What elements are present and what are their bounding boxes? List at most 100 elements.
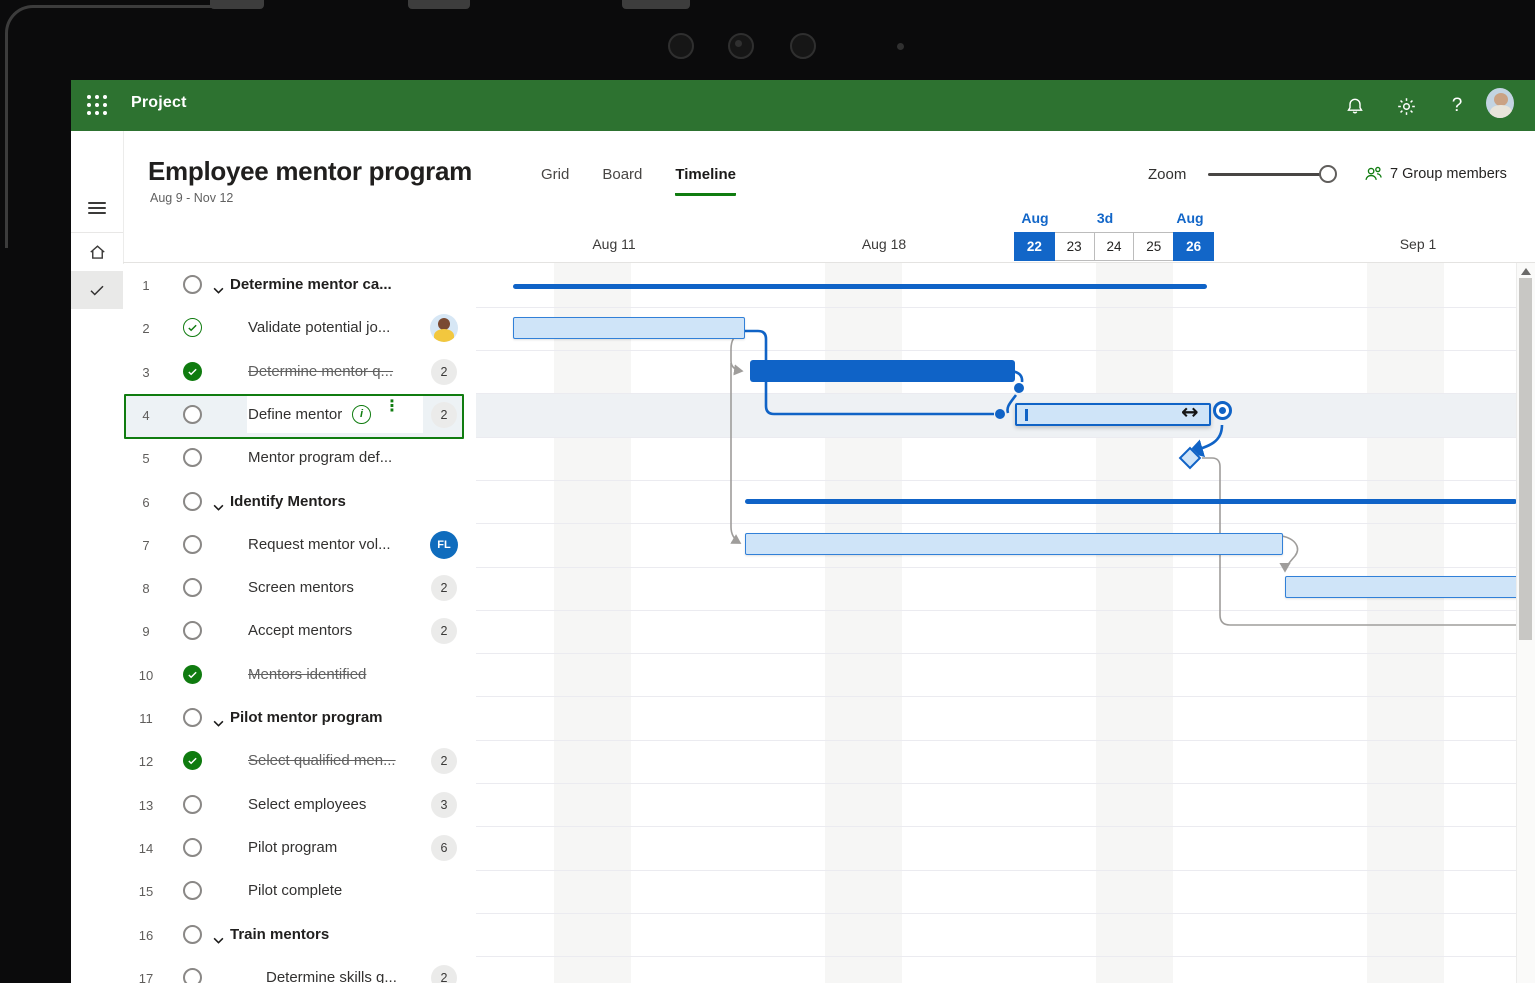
task-row[interactable]: 5 Mentor program def... <box>123 437 476 480</box>
tab-timeline[interactable]: Timeline <box>675 166 736 196</box>
task-row[interactable]: 9 Accept mentors 2 <box>123 610 476 653</box>
task-name[interactable]: Select qualified men... <box>248 752 396 769</box>
assignment-count-badge[interactable]: 3 <box>431 791 457 818</box>
task-name[interactable]: Pilot program <box>248 839 337 856</box>
task-open-circle[interactable] <box>183 621 202 641</box>
chevron-down-icon[interactable] <box>213 281 224 299</box>
zoom-slider-track[interactable] <box>1208 173 1330 176</box>
group-members-button[interactable]: 7 Group members <box>1364 165 1507 182</box>
task-open-circle[interactable] <box>183 448 202 468</box>
more-options-icon[interactable]: ⋮ <box>384 398 400 414</box>
task-name[interactable]: Validate potential jo... <box>248 319 390 336</box>
assignment-count-badge[interactable]: 2 <box>431 748 457 775</box>
day-cell-22[interactable]: 22 <box>1014 232 1055 261</box>
task-open-circle[interactable] <box>183 881 202 901</box>
task-row[interactable]: 8 Screen mentors 2 <box>123 567 476 610</box>
task-open-circle[interactable] <box>183 837 202 857</box>
task-row[interactable]: 11 Pilot mentor program <box>123 697 476 740</box>
assignment-count-badge[interactable]: 2 <box>431 358 457 385</box>
task-row[interactable]: 13 Select employees 3 <box>123 784 476 827</box>
task-row[interactable]: 10 Mentors identified <box>123 654 476 697</box>
day-cell-26[interactable]: 26 <box>1173 232 1214 261</box>
task-open-circle[interactable] <box>183 275 202 294</box>
day-cell-24[interactable]: 24 <box>1093 232 1135 261</box>
task-row[interactable]: 2 Validate potential jo... <box>123 307 476 350</box>
task-row[interactable]: 15 Pilot complete <box>123 870 476 913</box>
app-title[interactable]: Project <box>131 94 187 112</box>
assignment-count-badge[interactable]: 2 <box>431 618 457 645</box>
task-name[interactable]: Identify Mentors <box>230 493 346 510</box>
task-bar[interactable] <box>745 533 1283 555</box>
task-open-circle[interactable] <box>183 924 202 944</box>
task-name[interactable]: Accept mentors <box>248 622 352 639</box>
scrollbar-up-arrow[interactable] <box>1521 268 1531 275</box>
task-bar[interactable] <box>1285 576 1518 598</box>
chevron-down-icon[interactable] <box>213 714 224 732</box>
device-mic-icon <box>897 43 904 50</box>
task-open-circle[interactable] <box>183 578 202 598</box>
task-row[interactable]: 4 Define mentor i ⋮ 2 <box>123 393 476 439</box>
task-bar[interactable] <box>513 317 745 339</box>
task-complete-icon[interactable] <box>183 318 202 338</box>
task-open-circle[interactable] <box>183 404 202 424</box>
task-open-circle[interactable] <box>183 534 202 554</box>
tab-board[interactable]: Board <box>602 166 642 196</box>
task-row[interactable]: 3 Determine mentor q... 2 <box>123 351 476 394</box>
info-icon[interactable]: i <box>352 404 371 424</box>
task-row[interactable]: 17 Determine skills g... 2 <box>123 957 476 983</box>
assignee-avatar[interactable] <box>430 314 458 343</box>
nav-menu-button[interactable] <box>71 189 123 227</box>
chevron-down-icon[interactable] <box>213 498 224 516</box>
task-row[interactable]: 14 Pilot program 6 <box>123 827 476 870</box>
device-button <box>210 0 264 9</box>
task-name[interactable]: Screen mentors <box>248 579 354 596</box>
vertical-scrollbar[interactable] <box>1516 263 1535 983</box>
task-complete-icon[interactable] <box>183 361 202 381</box>
task-number: 6 <box>142 494 150 510</box>
task-name[interactable]: Determine mentor ca... <box>230 276 392 293</box>
nav-tasks-button[interactable] <box>71 271 123 309</box>
task-open-circle[interactable] <box>183 794 202 814</box>
nav-home-button[interactable] <box>71 233 123 271</box>
tab-grid[interactable]: Grid <box>541 166 569 196</box>
scrollbar-thumb[interactable] <box>1519 278 1532 640</box>
summary-bar[interactable] <box>513 284 1207 289</box>
task-name[interactable]: Mentor program def... <box>248 449 392 466</box>
task-name[interactable]: Request mentor vol... <box>248 536 391 553</box>
settings-gear-icon[interactable] <box>1392 92 1420 120</box>
app-launcher-icon[interactable] <box>87 95 108 116</box>
task-name[interactable]: Mentors identified <box>248 666 366 683</box>
day-cell-23[interactable]: 23 <box>1053 232 1095 261</box>
day-cell-25[interactable]: 25 <box>1133 232 1175 261</box>
task-bar[interactable] <box>750 360 1015 382</box>
zoom-slider-thumb[interactable] <box>1319 165 1337 183</box>
task-name[interactable]: Define mentor <box>248 406 342 423</box>
help-icon[interactable]: ? <box>1443 92 1471 120</box>
notifications-bell-icon[interactable] <box>1341 92 1369 120</box>
assignment-count-badge[interactable]: 6 <box>431 834 457 861</box>
task-row[interactable]: 6 Identify Mentors <box>123 481 476 524</box>
task-open-circle[interactable] <box>183 708 202 727</box>
bar-drag-handle[interactable] <box>1213 401 1232 420</box>
task-open-circle[interactable] <box>183 491 202 511</box>
task-complete-icon[interactable] <box>183 751 202 771</box>
account-avatar[interactable] <box>1486 88 1514 118</box>
summary-bar[interactable] <box>745 499 1517 504</box>
task-name[interactable]: Determine skills g... <box>266 969 397 983</box>
task-row[interactable]: 16 Train mentors <box>123 914 476 957</box>
task-name[interactable]: Train mentors <box>230 926 329 943</box>
assignment-count-badge[interactable]: 2 <box>431 964 457 983</box>
task-name[interactable]: Pilot mentor program <box>230 709 383 726</box>
chevron-down-icon[interactable] <box>213 931 224 949</box>
task-name[interactable]: Determine mentor q... <box>248 363 393 380</box>
task-name[interactable]: Select employees <box>248 796 366 813</box>
task-name[interactable]: Pilot complete <box>248 882 342 899</box>
assignment-count-badge[interactable]: 2 <box>431 575 457 602</box>
task-row[interactable]: 12 Select qualified men... 2 <box>123 740 476 783</box>
assignee-avatar[interactable]: FL <box>430 530 458 559</box>
assignment-count-badge[interactable]: 2 <box>431 401 457 428</box>
task-row[interactable]: 7 Request mentor vol... FL <box>123 524 476 567</box>
task-open-circle[interactable] <box>183 967 202 983</box>
task-row[interactable]: 1 Determine mentor ca... <box>123 264 476 307</box>
task-complete-icon[interactable] <box>183 664 202 684</box>
